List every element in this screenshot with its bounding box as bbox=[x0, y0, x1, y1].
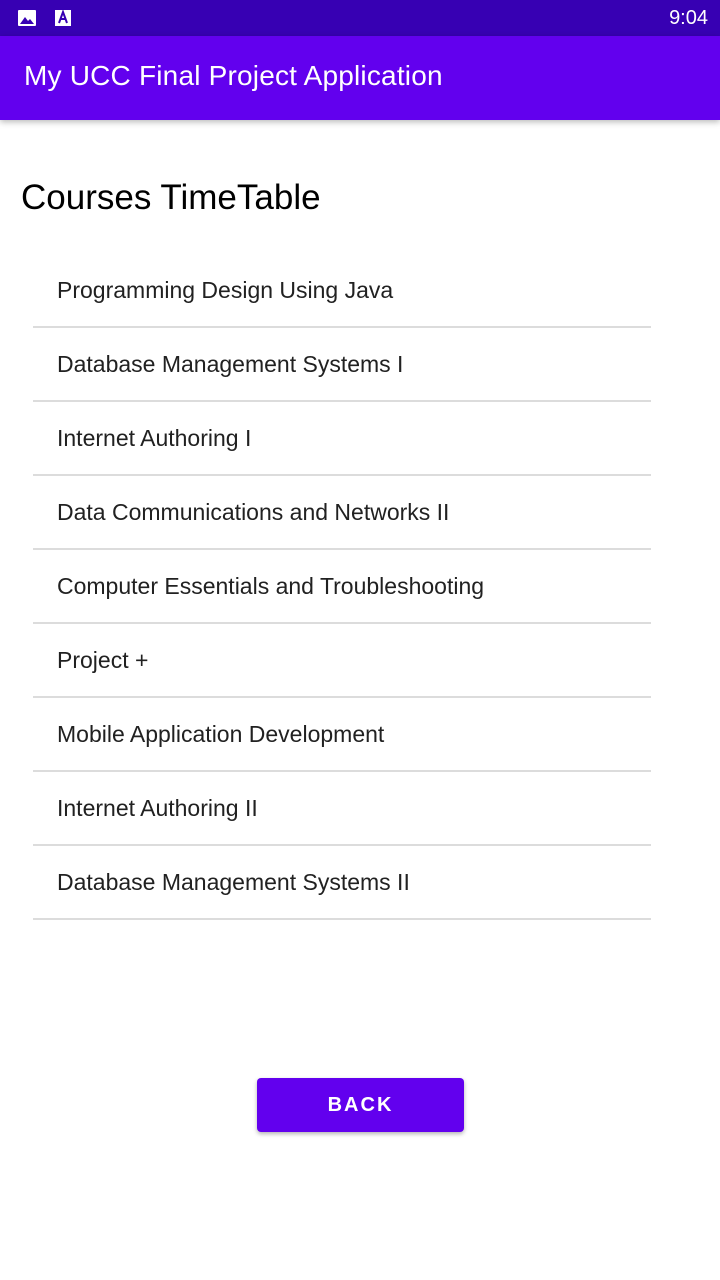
image-icon bbox=[17, 9, 37, 27]
font-a-icon bbox=[54, 9, 74, 27]
course-list-item[interactable]: Computer Essentials and Troubleshooting bbox=[33, 550, 651, 624]
course-list-item[interactable]: Project + bbox=[33, 624, 651, 698]
app-bar: My UCC Final Project Application bbox=[0, 36, 720, 120]
course-list-item[interactable]: Internet Authoring I bbox=[33, 402, 651, 476]
status-time: 9:04 bbox=[669, 7, 708, 29]
course-list-item[interactable]: Database Management Systems I bbox=[33, 328, 651, 402]
course-list: Programming Design Using Java Database M… bbox=[33, 254, 651, 920]
app-title: My UCC Final Project Application bbox=[24, 60, 443, 91]
course-list-item[interactable]: Mobile Application Development bbox=[33, 698, 651, 772]
back-button[interactable]: BACK bbox=[257, 1078, 464, 1132]
course-list-item[interactable]: Data Communications and Networks II bbox=[33, 476, 651, 550]
course-list-item[interactable]: Database Management Systems II bbox=[33, 846, 651, 920]
page-title: Courses TimeTable bbox=[21, 178, 321, 217]
course-list-item[interactable]: Internet Authoring II bbox=[33, 772, 651, 846]
course-list-item[interactable]: Programming Design Using Java bbox=[33, 254, 651, 328]
status-bar: 9:04 bbox=[0, 0, 720, 36]
